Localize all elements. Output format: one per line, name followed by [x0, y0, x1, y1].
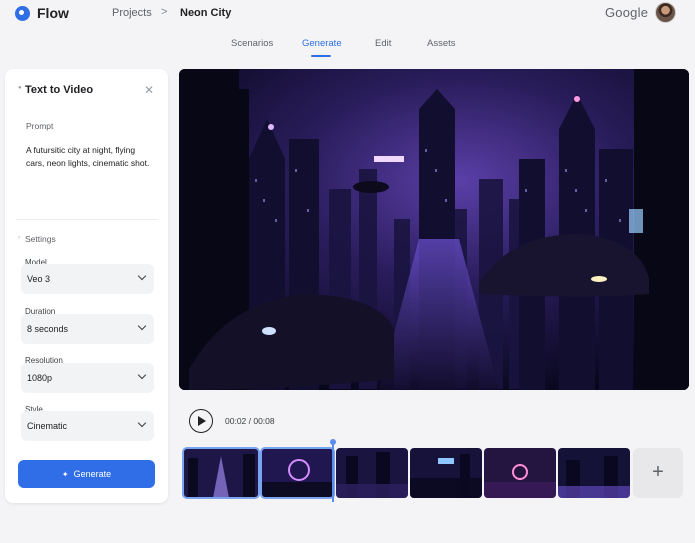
divider: [16, 219, 158, 220]
timeline-clip[interactable]: [336, 448, 408, 498]
close-icon[interactable]: ✕: [144, 83, 154, 97]
model-value: Veo 3: [27, 274, 51, 284]
timeline-clip[interactable]: [410, 448, 482, 498]
timeline: [181, 446, 631, 500]
player-controls: 00:02 / 00:08: [179, 400, 689, 440]
settings-label[interactable]: Settings: [25, 234, 56, 244]
timeline-clip[interactable]: [182, 447, 260, 499]
user-avatar[interactable]: [655, 2, 676, 23]
timeline-clip[interactable]: [558, 448, 630, 498]
resolution-select[interactable]: 1080p: [21, 363, 154, 393]
top-bar: Flow Projects > Neon City Google: [0, 0, 695, 28]
generate-button[interactable]: ✦ Generate: [18, 460, 155, 488]
text-to-video-panel: ● Text to Video ✕ Prompt A futursitic ci…: [5, 69, 168, 503]
flow-logo-icon[interactable]: [15, 6, 30, 21]
video-preview[interactable]: [179, 69, 689, 390]
playhead-handle[interactable]: [330, 439, 336, 502]
panel-title: Text to Video: [25, 84, 94, 96]
neon-city-frame: [179, 69, 689, 390]
google-logo: Google: [605, 5, 649, 20]
tab-edit[interactable]: Edit: [375, 38, 391, 49]
sparkle-icon: ✦: [61, 470, 69, 479]
main-tabs: Scenarios Generate Edit Assets: [0, 34, 695, 58]
resolution-value: 1080p: [27, 373, 53, 383]
duration-select[interactable]: 8 seconds: [21, 314, 154, 344]
breadcrumb-chevron-icon: >: [161, 6, 168, 18]
chevron-down-icon: [137, 321, 147, 331]
settings-chevron-icon[interactable]: ›: [18, 235, 20, 241]
model-select[interactable]: Veo 3: [21, 264, 154, 294]
timeline-clip[interactable]: [484, 448, 556, 498]
chevron-down-icon: [137, 370, 147, 380]
timeline-clip[interactable]: [260, 447, 335, 499]
duration-value: 8 seconds: [27, 324, 69, 334]
active-tab-indicator: [311, 55, 331, 57]
prompt-input[interactable]: A futursitic city at night, flying cars,…: [26, 144, 151, 170]
tab-assets[interactable]: Assets: [427, 38, 456, 49]
breadcrumb-projects[interactable]: Projects: [112, 7, 152, 19]
prompt-label: Prompt: [26, 121, 54, 131]
tab-generate[interactable]: Generate: [302, 38, 342, 49]
add-clip-button[interactable]: +: [633, 448, 683, 498]
style-select[interactable]: Cinematic: [21, 411, 154, 441]
play-icon[interactable]: [189, 409, 213, 433]
time-display: 00:02 / 00:08: [225, 416, 275, 426]
breadcrumb-current-project: Neon City: [180, 7, 232, 19]
tab-scenarios[interactable]: Scenarios: [231, 38, 273, 49]
collapse-dot-icon: ●: [18, 85, 22, 91]
chevron-down-icon: [137, 271, 147, 281]
generate-button-label: Generate: [73, 469, 112, 479]
chevron-down-icon: [137, 418, 147, 428]
style-value: Cinematic: [27, 421, 68, 431]
prompt-area[interactable]: Prompt A futursitic city at night, flyin…: [16, 113, 158, 213]
app-name[interactable]: Flow: [37, 5, 69, 21]
